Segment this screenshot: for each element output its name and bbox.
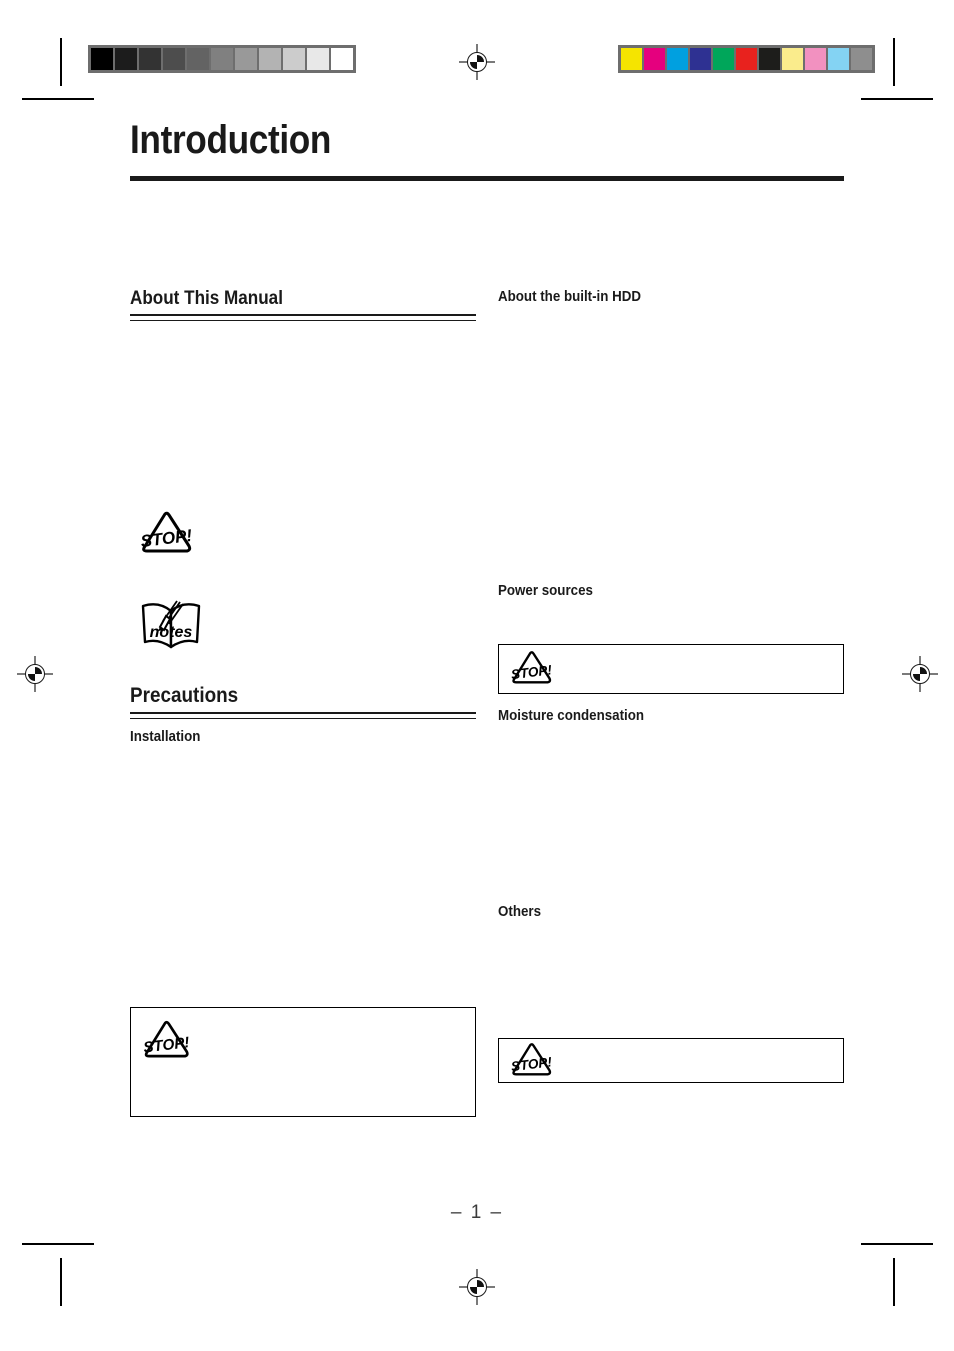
grayscale-swatch xyxy=(139,48,161,70)
registration-mark-right xyxy=(902,656,938,692)
crop-mark-bottom-left-vertical xyxy=(60,1258,62,1306)
grayscale-swatch xyxy=(235,48,257,70)
color-swatch xyxy=(805,48,826,70)
grayscale-swatch xyxy=(187,48,209,70)
registration-mark-left xyxy=(17,656,53,692)
color-swatch xyxy=(713,48,734,70)
crop-mark-bottom-right-vertical xyxy=(893,1258,895,1306)
registration-mark-bottom xyxy=(459,1269,495,1305)
color-swatch xyxy=(851,48,872,70)
title-rule xyxy=(130,176,844,181)
grayscale-calibration-bar xyxy=(88,45,356,73)
crop-mark-bottom-left-horizontal xyxy=(22,1243,94,1245)
manual-page: Introduction About This Manual STOP! not… xyxy=(0,0,954,1351)
two-column-body: About This Manual STOP! notes Precaution… xyxy=(130,289,844,1149)
grayscale-swatch xyxy=(115,48,137,70)
others-caution-box: STOP! xyxy=(498,1038,844,1083)
page-title: Introduction xyxy=(130,118,332,162)
color-swatch xyxy=(621,48,642,70)
svg-text:notes: notes xyxy=(150,624,193,641)
color-swatch xyxy=(644,48,665,70)
about-this-manual-section: About This Manual xyxy=(130,289,476,321)
stop-icon: STOP! xyxy=(141,1020,193,1060)
grayscale-swatch xyxy=(91,48,113,70)
color-calibration-bar xyxy=(618,45,875,73)
installation-caution-box: STOP! xyxy=(130,1007,476,1117)
color-swatch xyxy=(759,48,780,70)
page-content: Introduction About This Manual STOP! not… xyxy=(130,120,844,1149)
installation-heading: Installation xyxy=(130,729,201,745)
crop-mark-top-right-horizontal xyxy=(861,98,933,100)
stop-icon: STOP! xyxy=(138,511,196,555)
grayscale-swatch xyxy=(211,48,233,70)
registration-mark-top xyxy=(459,44,495,80)
grayscale-swatch xyxy=(283,48,305,70)
precautions-heading: Precautions xyxy=(130,684,239,707)
crop-mark-bottom-right-horizontal xyxy=(861,1243,933,1245)
stop-icon: STOP! xyxy=(509,1042,555,1078)
crop-mark-top-left-vertical xyxy=(60,38,62,86)
color-swatch xyxy=(828,48,849,70)
stop-icon: STOP! xyxy=(509,650,555,686)
moisture-condensation-heading: Moisture condensation xyxy=(498,708,645,724)
color-swatch xyxy=(667,48,688,70)
grayscale-swatch xyxy=(163,48,185,70)
others-heading: Others xyxy=(498,904,542,920)
grayscale-swatch xyxy=(331,48,353,70)
built-in-hdd-heading: About the built-in HDD xyxy=(498,289,642,305)
notes-icon: notes xyxy=(135,597,207,655)
crop-mark-top-left-horizontal xyxy=(22,98,94,100)
power-sources-heading: Power sources xyxy=(498,583,593,599)
power-sources-caution-box: STOP! xyxy=(498,644,844,694)
color-swatch xyxy=(690,48,711,70)
grayscale-swatch xyxy=(307,48,329,70)
about-this-manual-rule xyxy=(130,313,476,321)
grayscale-swatch xyxy=(259,48,281,70)
color-swatch xyxy=(782,48,803,70)
color-swatch xyxy=(736,48,757,70)
page-number: – 1 – xyxy=(450,1202,504,1223)
precautions-section: Precautions xyxy=(130,684,476,720)
about-this-manual-heading: About This Manual xyxy=(130,288,283,309)
precautions-rule xyxy=(130,712,476,720)
crop-mark-top-right-vertical xyxy=(893,38,895,86)
